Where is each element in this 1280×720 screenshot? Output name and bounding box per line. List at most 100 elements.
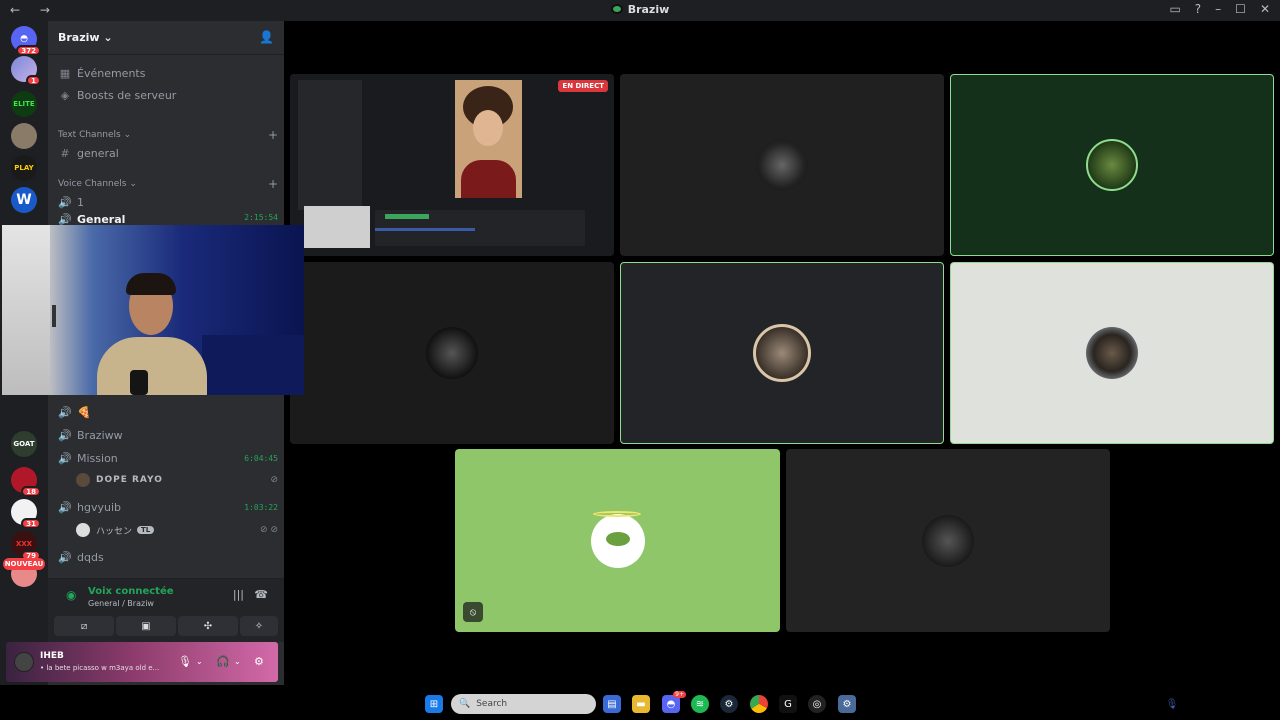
server-icon-w[interactable]: W — [11, 187, 37, 213]
windows-start-icon[interactable]: ⊞ — [425, 695, 443, 713]
discord-taskbar-icon[interactable]: ◓ 9+ — [662, 691, 686, 713]
voice-channel-1[interactable]: 🔊 1 — [56, 191, 278, 213]
stream-tile[interactable]: EN DIRECT — [290, 74, 614, 256]
taskbar-search[interactable]: 🔍 Search — [451, 694, 596, 714]
chevron-down-icon[interactable]: ⌄ — [234, 657, 241, 666]
signal-icon[interactable]: ◉ — [66, 588, 76, 602]
voice-channel-dqds[interactable]: 🔊 dqds — [56, 546, 278, 568]
inbox-icon[interactable]: ▭ — [1169, 2, 1180, 16]
user-name[interactable]: IHEB — [40, 651, 64, 661]
member-tag: TL — [137, 526, 155, 534]
participant-tile-speaking[interactable] — [950, 262, 1274, 444]
close-button[interactable]: ✕ — [1260, 2, 1270, 16]
voice-channel-general[interactable]: 🔊 General 2:15:54 — [56, 213, 278, 225]
deafened-icon: ⊘ — [270, 475, 278, 485]
speaker-icon: 🔊 — [58, 451, 72, 465]
voice-category[interactable]: Voice Channels ⌄ + — [58, 177, 278, 191]
participant-tile-speaking[interactable] — [950, 74, 1274, 256]
participant-tile[interactable] — [620, 74, 944, 256]
add-voice-channel-icon[interactable]: + — [268, 177, 278, 191]
server-icon-1[interactable]: 1 — [11, 56, 41, 86]
folder-icon[interactable]: ▬ — [632, 695, 650, 713]
noise-suppression-icon[interactable]: ||| — [233, 588, 244, 601]
soundboard-button[interactable]: ✧ — [240, 616, 278, 636]
hash-icon: # — [60, 146, 70, 160]
chevron-down-icon: ⌄ — [103, 31, 113, 44]
activities-button[interactable]: ✣ — [178, 616, 238, 636]
channel-general[interactable]: # general — [56, 142, 278, 164]
avatar[interactable] — [14, 652, 34, 672]
voice-channel-pizza-label: 🍕 — [77, 405, 91, 419]
participant-tile[interactable]: ⦸ — [455, 449, 780, 632]
spotify-icon[interactable]: ≋ — [691, 695, 709, 713]
speaker-icon: 🔊 — [58, 195, 72, 209]
headphones-icon[interactable]: 🎧 — [216, 655, 230, 668]
add-channel-icon[interactable]: + — [268, 128, 278, 142]
participant-tile[interactable] — [290, 262, 614, 444]
boosts-item[interactable]: ◈ Boosts de serveur — [56, 84, 278, 106]
text-category[interactable]: Text Channels ⌄ + — [58, 128, 278, 142]
store-icon[interactable]: ▤ — [603, 695, 621, 713]
participant-tile-speaking[interactable] — [620, 262, 944, 444]
server-icon-15[interactable]: 18 — [11, 467, 41, 497]
voice-channel-pizza[interactable]: 🔊 🍕 — [56, 401, 278, 423]
voice-channel-mission-timer: 6:04:45 — [244, 453, 278, 463]
discord-taskbar-badge: 9+ — [673, 691, 686, 698]
user-status: • la bete picasso w m3aya old e... — [40, 664, 160, 672]
home-button[interactable]: ◓ 372 — [11, 26, 41, 56]
speaker-icon: 🔊 — [58, 213, 72, 225]
invite-icon[interactable]: 👤 — [259, 30, 274, 44]
steam-icon[interactable]: ⚙ — [720, 695, 738, 713]
webcam-person-hair — [126, 273, 176, 295]
voice-channel-dqds-label: dqds — [77, 550, 104, 564]
voice-channel-mission-label: Mission — [77, 451, 118, 465]
window-title: Braziw — [0, 3, 1280, 16]
avatar — [76, 523, 90, 537]
server-header[interactable]: Braziw ⌄ 👤 — [48, 21, 284, 55]
chevron-down-icon: ⌄ — [123, 130, 132, 140]
webcam-door-handle — [52, 305, 56, 327]
settings-icon[interactable]: ⚙ — [254, 655, 264, 668]
events-item[interactable]: ▦ Événements — [56, 62, 278, 84]
server-icon-goat[interactable]: GOAT — [11, 431, 37, 457]
search-placeholder: Search — [476, 699, 508, 709]
avatar — [1086, 139, 1138, 191]
voice-status[interactable]: Voix connectée — [88, 586, 174, 597]
speaker-icon: 🔊 — [58, 500, 72, 514]
microphone-tray-icon[interactable]: 🎙 — [1163, 695, 1181, 713]
voice-member[interactable]: ハッセン TL ⊘ ⊘ — [76, 520, 278, 540]
server-icon-16[interactable]: 31 — [11, 499, 41, 529]
microphone-icon[interactable]: 🎙 — [178, 655, 192, 668]
speaker-icon: 🔊 — [58, 428, 72, 442]
server-badge-1: 1 — [26, 75, 41, 86]
server-icon-3[interactable] — [11, 123, 37, 149]
server-icon-xxx[interactable]: XXX 79 — [11, 531, 41, 561]
maximize-button[interactable]: ☐ — [1235, 2, 1246, 16]
app-g-icon[interactable]: G — [779, 695, 797, 713]
minimize-button[interactable]: – — [1215, 2, 1221, 16]
screen-share-button[interactable]: ▣ — [116, 616, 176, 636]
server-icon-play[interactable]: PLAY — [11, 155, 37, 181]
avatar — [756, 139, 808, 191]
voice-channel-hgvyuib[interactable]: 🔊 hgvyuib 1:03:22 — [56, 496, 278, 518]
taskbar: ⊞ 🔍 Search ▤ ▬ ◓ 9+ ≋ ⚙ G ◎ ⚙ 🎙 — [0, 688, 1280, 720]
voice-member[interactable]: DOPE RAYO ⊘ — [76, 470, 278, 490]
participant-tile[interactable] — [786, 449, 1110, 632]
help-icon[interactable]: ? — [1195, 2, 1201, 16]
settings-taskbar-icon[interactable]: ⚙ — [838, 695, 856, 713]
server-icon-elite[interactable]: ELITE — [11, 91, 37, 117]
member-name: ハッセン — [96, 526, 133, 537]
app-record-icon[interactable]: ◎ — [808, 695, 826, 713]
voice-channel-braziww[interactable]: 🔊 Braziww — [56, 424, 278, 446]
voice-location[interactable]: General / Braziw — [88, 599, 154, 608]
camera-button[interactable]: ⧄ — [54, 616, 114, 636]
voice-channel-mission[interactable]: 🔊 Mission 6:04:45 — [56, 447, 278, 469]
chevron-down-icon[interactable]: ⌄ — [196, 657, 203, 666]
boost-icon: ◈ — [60, 88, 70, 102]
server-logo-icon — [610, 4, 623, 14]
voice-channel-braziww-label: Braziww — [77, 428, 123, 442]
chrome-icon[interactable] — [750, 695, 768, 713]
disconnect-icon[interactable]: ☎ — [254, 588, 268, 601]
camera-off-icon: ⧄ — [80, 620, 88, 632]
app-root: ← → Braziw ▭ ? – ☐ ✕ ◓ 372 1 ELITE PLAY … — [0, 0, 1280, 720]
